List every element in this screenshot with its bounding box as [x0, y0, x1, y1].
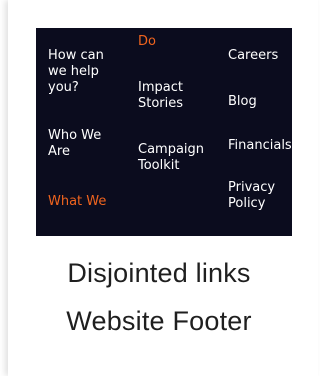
- footer-link-who-we-are[interactable]: Who We Are: [48, 128, 101, 160]
- footer-link-how-can-we-help[interactable]: How can we help you?: [48, 48, 104, 96]
- footer-link-financials[interactable]: Financials: [228, 138, 292, 154]
- footer-link-blog[interactable]: Blog: [228, 94, 257, 110]
- footer-link-impact-stories[interactable]: Impact Stories: [138, 80, 183, 112]
- website-footer: How can we help you? Who We Are What We …: [36, 28, 292, 236]
- caption-subtitle: Website Footer: [66, 306, 252, 336]
- footer-link-do[interactable]: Do: [138, 34, 156, 50]
- footer-link-campaign-toolkit[interactable]: Campaign Toolkit: [138, 142, 204, 174]
- footer-link-privacy-policy[interactable]: Privacy Policy: [228, 180, 275, 212]
- footer-link-what-we[interactable]: What We: [48, 194, 106, 210]
- caption-title: Disjointed links: [67, 258, 251, 288]
- footer-link-careers[interactable]: Careers: [228, 48, 278, 64]
